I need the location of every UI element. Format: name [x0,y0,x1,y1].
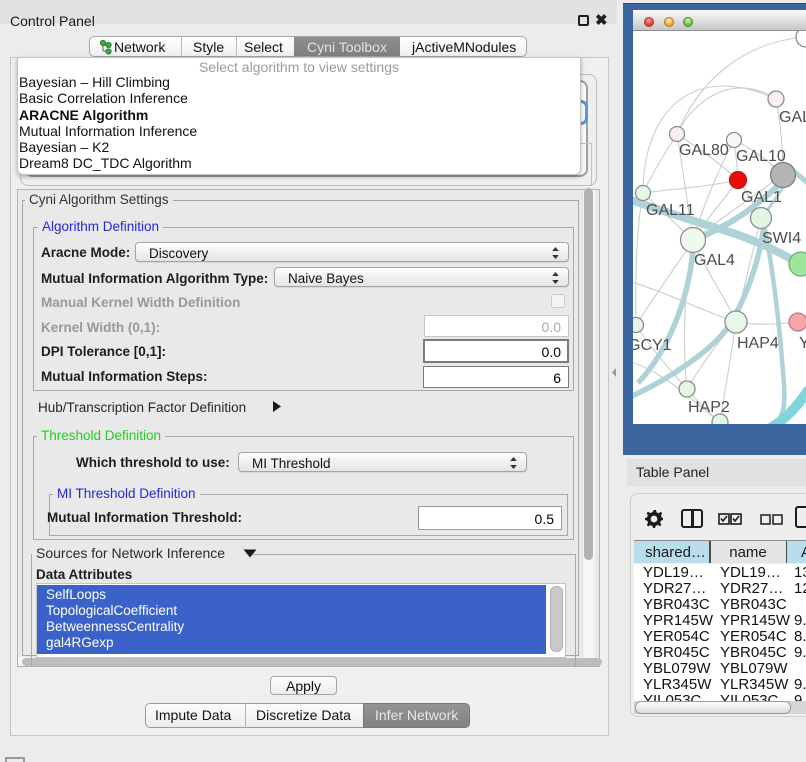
svg-text:Y: Y [799,335,806,352]
svg-text:GAL7: GAL7 [779,109,806,126]
svg-text:GAL4: GAL4 [694,252,735,269]
svg-text:GAL10: GAL10 [736,148,786,165]
svg-text:SWI4: SWI4 [762,230,801,247]
svg-text:HAP2: HAP2 [688,399,730,416]
svg-text:GAL80: GAL80 [679,142,729,159]
svg-text:GAL1: GAL1 [741,189,782,206]
svg-text:HAP4: HAP4 [737,335,779,352]
svg-text:GCY1: GCY1 [633,337,672,354]
svg-text:GAL11: GAL11 [646,202,695,219]
